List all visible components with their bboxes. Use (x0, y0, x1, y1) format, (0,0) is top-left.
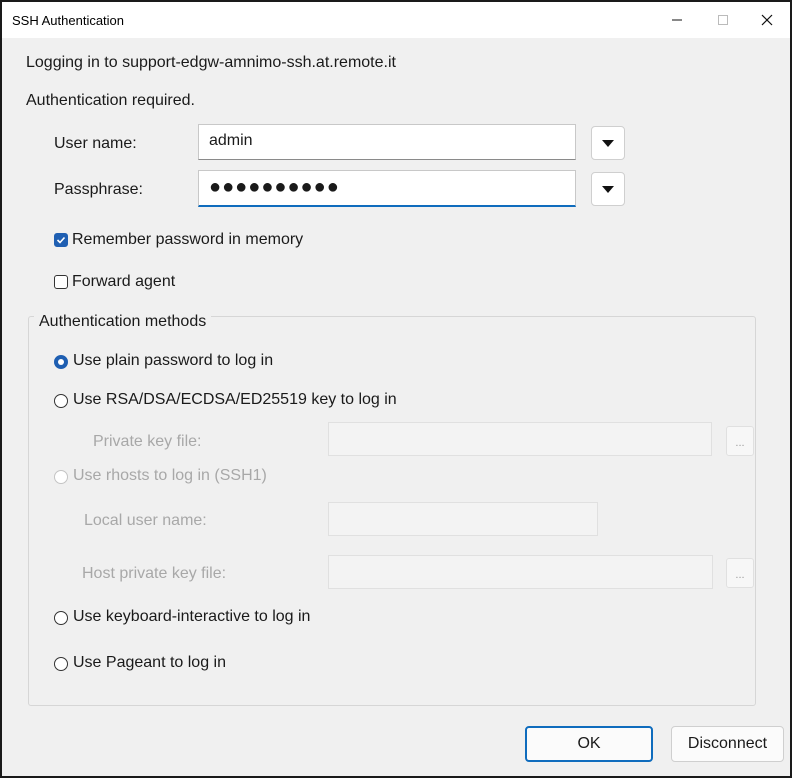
pageant-radio[interactable] (54, 657, 68, 671)
local-user-name-label: Local user name: (84, 512, 207, 529)
logging-in-text: Logging in to support-edgw-amnimo-ssh.at… (26, 54, 396, 71)
rsa-key-radio[interactable] (54, 394, 68, 408)
auth-methods-legend: Authentication methods (34, 313, 212, 331)
ssh-auth-dialog: SSH Authentication Logging in to support… (0, 0, 792, 778)
private-key-file-label: Private key file: (93, 433, 202, 450)
passphrase-dropdown-button[interactable] (591, 172, 625, 206)
private-key-file-field (328, 422, 712, 456)
plain-password-radio[interactable] (54, 355, 68, 369)
forward-agent-label[interactable]: Forward agent (72, 273, 175, 291)
remember-password-checkbox[interactable] (54, 233, 68, 247)
auth-required-text: Authentication required. (26, 92, 195, 109)
plain-password-label[interactable]: Use plain password to log in (73, 352, 273, 370)
close-button[interactable] (744, 2, 790, 38)
username-field[interactable]: admin (198, 124, 576, 160)
username-label: User name: (54, 135, 137, 152)
passphrase-label: Passphrase: (54, 181, 143, 198)
keyboard-interactive-radio[interactable] (54, 611, 68, 625)
keyboard-interactive-label[interactable]: Use keyboard-interactive to log in (73, 608, 310, 626)
rsa-key-label[interactable]: Use RSA/DSA/ECDSA/ED25519 key to log in (73, 391, 397, 409)
passphrase-field[interactable]: ●●●●●●●●●● (198, 170, 576, 207)
maximize-icon (718, 15, 728, 25)
local-user-name-field (328, 502, 598, 536)
remember-password-label[interactable]: Remember password in memory (72, 231, 303, 249)
host-private-key-field (328, 555, 713, 589)
pageant-label[interactable]: Use Pageant to log in (73, 654, 226, 672)
disconnect-button[interactable]: Disconnect (671, 726, 784, 762)
window-title: SSH Authentication (12, 13, 125, 28)
private-key-browse-button: ... (726, 426, 754, 456)
host-key-browse-button: ... (726, 558, 754, 588)
minimize-button[interactable] (654, 2, 700, 38)
forward-agent-checkbox[interactable] (54, 275, 68, 289)
close-icon (761, 14, 773, 26)
title-bar: SSH Authentication (2, 2, 790, 38)
chevron-down-icon (602, 185, 614, 193)
rhosts-label: Use rhosts to log in (SSH1) (73, 467, 267, 484)
minimize-icon (672, 19, 682, 21)
chevron-down-icon (602, 139, 614, 147)
dialog-content: Logging in to support-edgw-amnimo-ssh.at… (2, 38, 790, 776)
username-dropdown-button[interactable] (591, 126, 625, 160)
checkmark-icon (56, 236, 66, 244)
maximize-button (700, 2, 746, 38)
ok-button[interactable]: OK (525, 726, 653, 762)
rhosts-radio (54, 470, 68, 484)
host-private-key-label: Host private key file: (82, 565, 227, 582)
